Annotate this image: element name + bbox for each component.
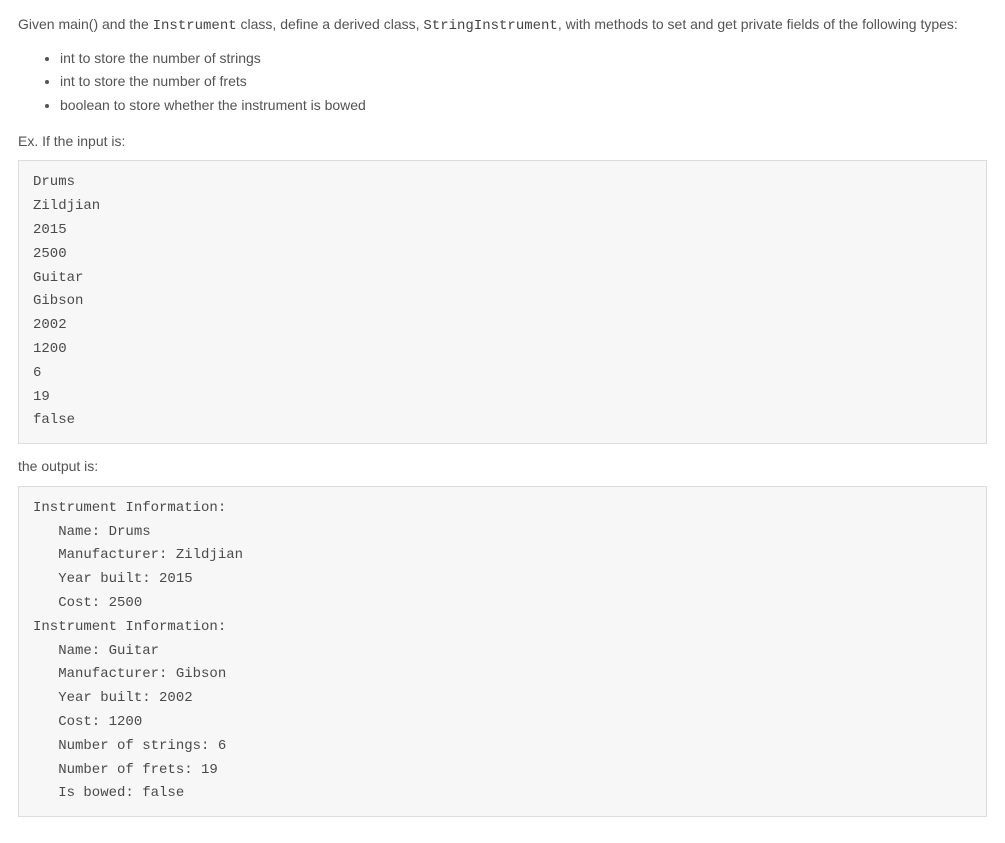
code-stringinstrument: StringInstrument (423, 18, 557, 34)
problem-statement: Given main() and the Instrument class, d… (18, 14, 987, 38)
list-item: boolean to store whether the instrument … (60, 95, 987, 117)
output-code-block: Instrument Information: Name: Drums Manu… (18, 486, 987, 817)
intro-text-prefix: Given main() and the (18, 16, 153, 32)
requirements-list: int to store the number of strings int t… (18, 48, 987, 117)
code-instrument: Instrument (153, 18, 237, 34)
example-output-label: the output is: (18, 456, 987, 478)
list-item: int to store the number of frets (60, 71, 987, 93)
input-code-block: Drums Zildjian 2015 2500 Guitar Gibson 2… (18, 160, 987, 444)
intro-text-suffix: , with methods to set and get private fi… (558, 16, 958, 32)
intro-paragraph: Given main() and the Instrument class, d… (18, 14, 987, 38)
list-item: int to store the number of strings (60, 48, 987, 70)
intro-text-mid1: class, define a derived class, (237, 16, 424, 32)
example-input-label: Ex. If the input is: (18, 131, 987, 153)
